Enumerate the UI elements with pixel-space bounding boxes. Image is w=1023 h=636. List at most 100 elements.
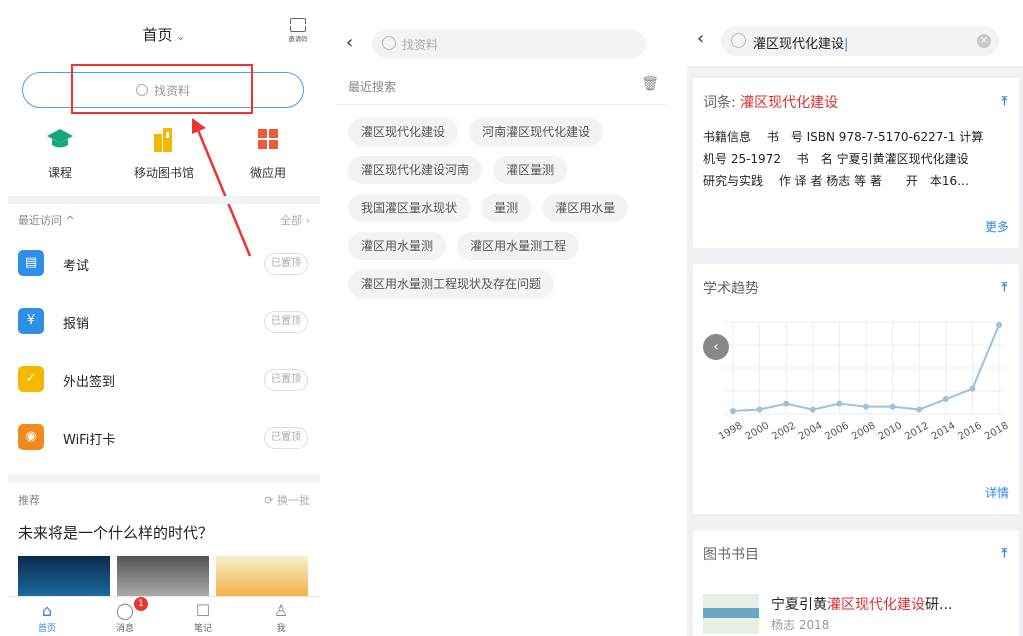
clear-icon[interactable]: × (977, 34, 991, 48)
pin-badge[interactable]: 已置顶 (264, 311, 308, 333)
search-input[interactable]: 灌区现代化建设| × (721, 26, 999, 56)
app-course[interactable]: 课程 (8, 126, 112, 181)
list-item[interactable]: ◉ WiFi打卡 已置顶 (8, 410, 320, 468)
chevron-down-icon: ⌄ (175, 29, 186, 43)
recent-search-chips: 灌区现代化建设 河南灌区现代化建设 灌区现代化建设河南 灌区量测 我国灌区量水现… (348, 118, 658, 308)
chevron-left-icon[interactable]: ‹ (703, 334, 729, 360)
app-label: 移动图书馆 (133, 166, 194, 180)
more-link[interactable]: 更多 (985, 218, 1009, 235)
x-tick-label: 2000 (744, 420, 772, 442)
search-chip[interactable]: 灌区现代化建设河南 (348, 156, 483, 184)
search-bar-row: ‹ 找资料 (336, 22, 667, 64)
data-point[interactable] (969, 385, 976, 392)
book-cover[interactable] (703, 594, 759, 634)
trash-icon[interactable]: 🗑 (641, 76, 659, 92)
scan-button[interactable]: 邀请码 (286, 18, 310, 44)
search-chip[interactable]: 量测 (481, 194, 532, 222)
highlight-box (71, 64, 253, 114)
search-value: 灌区现代化建设| (753, 37, 849, 52)
thumbnail-image[interactable] (216, 556, 308, 596)
pin-top-icon[interactable]: ⤒ (1002, 280, 1007, 295)
home-icon: ⌂ (41, 601, 53, 620)
data-point[interactable] (783, 400, 790, 407)
chevron-up-icon[interactable]: ^ (66, 214, 75, 227)
data-point[interactable] (996, 321, 1002, 328)
search-chip[interactable]: 灌区用水量 (542, 194, 629, 222)
tab-label: 消息 (115, 624, 134, 634)
thumbnail-image[interactable] (117, 556, 209, 596)
data-point[interactable] (863, 403, 869, 410)
book-title[interactable]: 宁夏引黄灌区现代化建设研... (771, 594, 952, 614)
search-chip[interactable]: 河南灌区现代化建设 (469, 118, 604, 146)
data-point[interactable] (889, 403, 896, 410)
data-point[interactable] (916, 406, 923, 413)
search-icon (382, 36, 396, 50)
data-point[interactable] (809, 406, 816, 413)
entry-title[interactable]: 词条: 灌区现代化建设 (703, 92, 838, 112)
search-input[interactable]: 找资料 (372, 30, 646, 58)
message-icon: ◯ (116, 601, 134, 620)
data-point[interactable] (942, 396, 949, 403)
tab-label: 笔记 (193, 624, 212, 634)
tab-me[interactable]: ♙ 我 (242, 597, 320, 636)
trend-chart: 1998 2000 2002 2004 2006 2008 2010 2012 2014 2016… (717, 321, 1011, 443)
app-library[interactable]: 移动图书馆 (112, 126, 216, 181)
tab-notes[interactable]: ☐ 笔记 (164, 597, 242, 636)
x-tick-label: 2016 (956, 420, 984, 442)
x-tick-label: 2006 (823, 420, 851, 442)
x-tick-label: 2002 (770, 420, 798, 442)
pin-top-icon[interactable]: ⤒ (1002, 546, 1007, 561)
page-title-label: 首页 (142, 26, 173, 44)
data-point[interactable] (836, 400, 843, 407)
list-item-label: 报销 (63, 317, 90, 332)
pin-badge[interactable]: 已置顶 (264, 253, 308, 275)
back-icon[interactable]: ‹ (346, 32, 353, 53)
exam-icon: ▤ (18, 250, 44, 276)
search-chip[interactable]: 灌区用水量测工程 (457, 232, 580, 260)
page-title[interactable]: 首页 ⌄ (8, 24, 320, 45)
section-divider (8, 474, 320, 482)
search-chip[interactable]: 灌区用水量测工程现状及存在问题 (348, 270, 555, 298)
list-item-label: 考试 (63, 259, 90, 274)
app-micro[interactable]: 微应用 (216, 126, 320, 181)
results-screen: ‹ 灌区现代化建设| × 词条: 灌区现代化建设 ⤒ 书籍信息 书 号 ISBN… (687, 14, 1023, 636)
check-circle-icon: ✓ (18, 366, 44, 392)
search-chip[interactable]: 灌区量测 (493, 156, 568, 184)
book-info-line: 研究与实践 作 译 者 杨志 等 著 开 本16… (703, 174, 970, 188)
back-icon[interactable]: ‹ (697, 28, 704, 49)
recommend-title[interactable]: 未来将是一个什么样的时代？ (18, 522, 213, 543)
thumbnail-image[interactable] (18, 556, 110, 596)
tab-messages[interactable]: ◯ 1 消息 (86, 597, 164, 636)
home-header: 首页 ⌄ 邀请码 (8, 0, 320, 56)
pin-top-icon[interactable]: ⤒ (1002, 94, 1007, 109)
refresh-icon: ⟳ (264, 494, 277, 507)
search-chip[interactable]: 灌区用水量测 (348, 232, 447, 260)
bottom-tab-bar: ⌂ 首页 ◯ 1 消息 ☐ 笔记 ♙ 我 (8, 596, 320, 636)
x-tick-label: 2004 (797, 420, 825, 442)
graduation-cap-icon (47, 129, 73, 148)
detail-link[interactable]: 详情 (985, 484, 1009, 501)
data-point[interactable] (756, 406, 763, 413)
catalog-card: 图书书目 ⤒ 宁夏引黄灌区现代化建设研... 杨志 2018 (693, 530, 1019, 636)
tab-home[interactable]: ⌂ 首页 (8, 597, 86, 636)
list-item[interactable]: ¥ 报销 已置顶 (8, 294, 320, 352)
list-item[interactable]: ▤ 考试 已置顶 (8, 236, 320, 294)
data-point[interactable] (730, 408, 736, 415)
search-chip[interactable]: 我国灌区量水现状 (348, 194, 471, 222)
trend-title: 学术趋势 (703, 281, 759, 297)
search-icon (731, 33, 746, 48)
book-info-line: 机号 25-1972 书 名 宁夏引黄灌区现代化建设 (703, 152, 969, 166)
all-link[interactable]: 全部 › (280, 212, 310, 228)
home-screen: 首页 ⌄ 邀请码 找资料 课程 移动图书馆 微应用 最近访问 ^ 全部 › ▤ … (8, 0, 320, 636)
recent-header: 最近访问 ^ 全部 › (18, 212, 310, 228)
recent-label: 最近访问 (18, 214, 62, 227)
tab-label: 首页 (37, 624, 56, 634)
refresh-button[interactable]: ⟳ 换一批 (264, 492, 310, 508)
pin-badge[interactable]: 已置顶 (264, 427, 308, 449)
list-item[interactable]: ✓ 外出签到 已置顶 (8, 352, 320, 410)
book-row[interactable]: 宁夏引黄灌区现代化建设研... 杨志 2018 (703, 588, 1015, 636)
divider (336, 104, 667, 105)
pin-badge[interactable]: 已置顶 (264, 369, 308, 391)
search-chip[interactable]: 灌区现代化建设 (348, 118, 459, 146)
wifi-icon: ◉ (18, 424, 44, 450)
